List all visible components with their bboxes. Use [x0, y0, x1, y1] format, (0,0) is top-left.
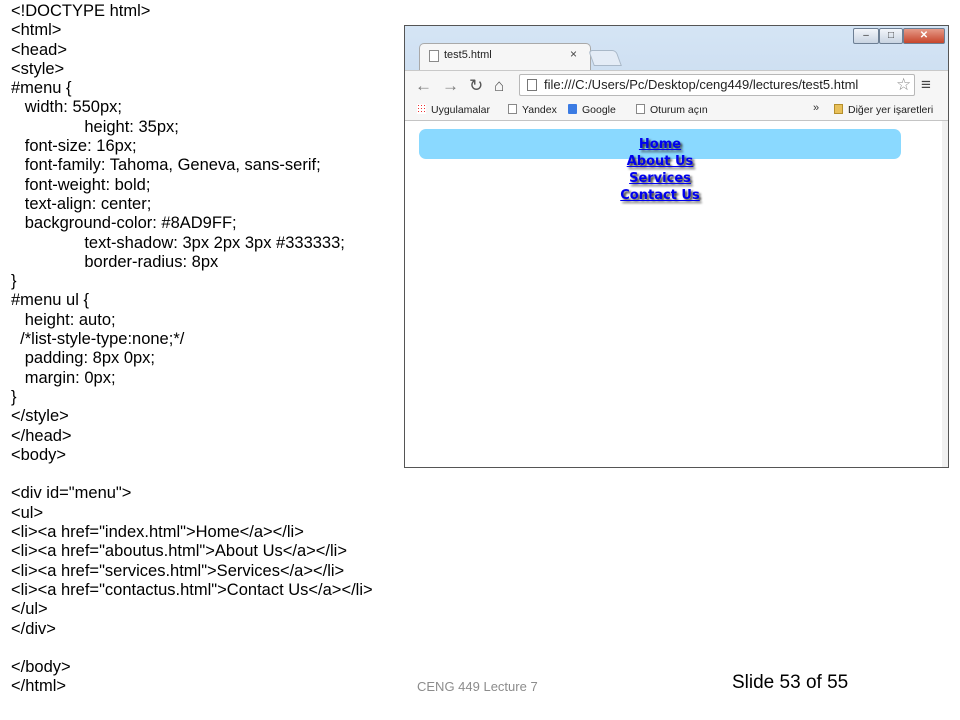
window-controls: – □ ✕ — [853, 28, 945, 46]
code-line: width: 550px; — [11, 98, 122, 117]
list-item: Contact Us — [419, 187, 901, 204]
code-line: <!DOCTYPE html> — [11, 2, 151, 20]
code-line: } — [11, 387, 17, 406]
code-line: <html> — [11, 21, 62, 40]
menu-list: Home About Us Services Contact Us — [419, 129, 901, 211]
browser-toolbar: ← → ↻ ⌂ file:///C:/Users/Pc/Desktop/ceng… — [405, 70, 948, 101]
home-icon[interactable]: ⌂ — [494, 76, 504, 96]
list-item: Home — [419, 136, 901, 153]
code-line: background-color: #8AD9FF; — [11, 214, 237, 233]
menu-link-services[interactable]: Services — [629, 171, 691, 186]
code-line: <style> — [11, 59, 65, 78]
page-viewport: Home About Us Services Contact Us — [405, 121, 948, 467]
bookmarks-bar: Uygulamalar Yandex Google Oturum açın » … — [405, 101, 948, 121]
code-line: <head> — [11, 40, 67, 59]
code-line: padding: 8px 0px; — [11, 349, 156, 368]
code-line: <body> — [11, 445, 67, 464]
footer-course: CENG 449 Lecture 7 — [417, 679, 538, 694]
nav-menu: Home About Us Services Contact Us — [419, 129, 901, 203]
code-line: height: 35px; — [11, 117, 179, 136]
more-bookmarks-chevron-icon[interactable]: » — [813, 102, 819, 114]
code-line: margin: 0px; — [11, 368, 116, 387]
code-line: <ul> — [11, 503, 44, 522]
scrollbar[interactable] — [942, 121, 948, 467]
bookmark-google[interactable]: Google — [568, 103, 616, 117]
list-item: Services — [419, 170, 901, 187]
code-line: #menu { — [11, 79, 72, 98]
google-icon — [568, 104, 577, 114]
code-line: font-family: Tahoma, Geneva, sans-serif; — [11, 156, 321, 175]
code-line: <li><a href="index.html">Home</a></li> — [11, 523, 304, 542]
menu-link-contact[interactable]: Contact Us — [620, 188, 699, 203]
menu-link-home[interactable]: Home — [639, 137, 681, 152]
code-line: #menu ul { — [11, 291, 89, 310]
bookmark-apps[interactable]: Uygulamalar — [417, 103, 490, 117]
bookmark-yandex[interactable]: Yandex — [508, 103, 557, 117]
code-line: height: auto; — [11, 310, 116, 329]
bookmark-signin[interactable]: Oturum açın — [636, 103, 708, 117]
code-line: <li><a href="aboutus.html">About Us</a><… — [11, 542, 347, 561]
star-icon[interactable]: ☆ — [896, 75, 911, 95]
hamburger-menu-icon[interactable]: ≡ — [921, 75, 931, 95]
browser-tab[interactable]: test5.html × — [419, 43, 591, 70]
code-line: </html> — [11, 677, 67, 696]
code-line: <li><a href="services.html">Services</a>… — [11, 561, 345, 580]
code-line: </head> — [11, 426, 72, 445]
code-line: font-size: 16px; — [11, 137, 137, 156]
code-line: border-radius: 8px — [11, 252, 219, 271]
folder-icon — [834, 104, 843, 114]
browser-window: test5.html × – □ ✕ ← → ↻ ⌂ file:///C:/Us… — [404, 25, 949, 468]
page-icon — [527, 79, 537, 91]
address-bar[interactable]: file:///C:/Users/Pc/Desktop/ceng449/lect… — [519, 74, 915, 96]
code-line: </div> — [11, 619, 56, 638]
page-icon — [429, 50, 439, 62]
code-line: text-shadow: 3px 2px 3px #333333; — [11, 233, 345, 252]
page-icon — [508, 104, 517, 114]
url-text: file:///C:/Users/Pc/Desktop/ceng449/lect… — [544, 77, 859, 92]
page-icon — [636, 104, 645, 114]
code-line: text-align: center; — [11, 194, 152, 213]
slide-number: Slide 53 of 55 — [732, 672, 849, 693]
code-line: font-weight: bold; — [11, 175, 151, 194]
tab-close-icon[interactable]: × — [570, 47, 577, 61]
forward-arrow-icon[interactable]: → — [442, 76, 459, 96]
back-arrow-icon[interactable]: ← — [415, 76, 432, 96]
reload-icon[interactable]: ↻ — [469, 76, 483, 96]
new-tab-button[interactable] — [588, 50, 622, 66]
code-line: <li><a href="contactus.html">Contact Us<… — [11, 580, 373, 599]
code-line: </ul> — [11, 600, 48, 619]
code-line: /*list-style-type:none;*/ — [11, 330, 185, 349]
other-bookmarks[interactable]: Diğer yer işaretleri — [834, 103, 933, 117]
menu-link-about[interactable]: About Us — [627, 154, 694, 169]
code-line: <div id="menu"> — [11, 484, 132, 503]
close-window-button[interactable]: ✕ — [903, 28, 945, 44]
apps-grid-icon — [417, 104, 426, 114]
tab-title: test5.html — [444, 49, 492, 61]
code-line: } — [11, 272, 17, 291]
code-line: </style> — [11, 407, 69, 426]
minimize-button[interactable]: – — [853, 28, 879, 44]
list-item: About Us — [419, 153, 901, 170]
code-listing: <!DOCTYPE html> <html> <head> <style> #menu … — [11, 2, 403, 697]
code-line: </body> — [11, 658, 71, 677]
maximize-button[interactable]: □ — [879, 28, 903, 44]
